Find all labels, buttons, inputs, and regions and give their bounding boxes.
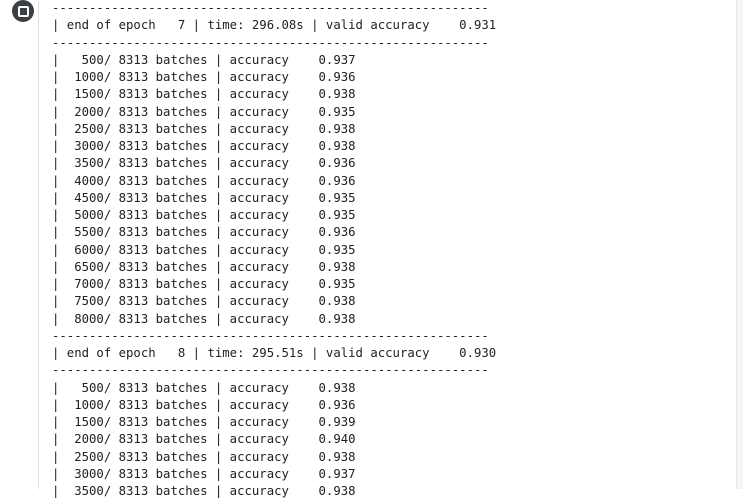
output-line: | 2000/ 8313 batches | accuracy 0.935 [52, 104, 356, 119]
cell-output: ----------------------------------------… [52, 0, 496, 500]
output-line: | 3000/ 8313 batches | accuracy 0.937 [52, 466, 356, 481]
output-line: | 2500/ 8313 batches | accuracy 0.938 [52, 449, 356, 464]
output-line: | 4500/ 8313 batches | accuracy 0.935 [52, 190, 356, 205]
output-line: | 500/ 8313 batches | accuracy 0.937 [52, 52, 356, 67]
output-line: | 2000/ 8313 batches | accuracy 0.940 [52, 432, 356, 447]
stop-icon [17, 5, 29, 17]
output-line: ----------------------------------------… [52, 35, 489, 50]
output-line: | end of epoch 7 | time: 296.08s | valid… [52, 18, 497, 33]
output-line: | 4000/ 8313 batches | accuracy 0.936 [52, 173, 356, 188]
output-line: | 7500/ 8313 batches | accuracy 0.938 [52, 294, 356, 309]
output-line: ----------------------------------------… [52, 363, 489, 378]
scrollbar-track[interactable] [736, 0, 743, 489]
output-line: | 500/ 8313 batches | accuracy 0.938 [52, 380, 356, 395]
output-line: | 7000/ 8313 batches | accuracy 0.935 [52, 277, 356, 291]
output-line: | 3000/ 8313 batches | accuracy 0.938 [52, 139, 356, 153]
output-line: | 6500/ 8313 batches | accuracy 0.938 [52, 259, 356, 274]
output-line: | 5500/ 8313 batches | accuracy 0.936 [52, 225, 356, 240]
output-line: | 1500/ 8313 batches | accuracy 0.938 [52, 87, 356, 102]
output-line: | 8000/ 8313 batches | accuracy 0.938 [52, 311, 356, 326]
output-line: | 3500/ 8313 batches | accuracy 0.938 [52, 484, 356, 498]
output-line: | 6000/ 8313 batches | accuracy 0.935 [52, 242, 356, 257]
output-line: | 2500/ 8313 batches | accuracy 0.938 [52, 121, 356, 136]
output-line: | 1000/ 8313 batches | accuracy 0.936 [52, 397, 356, 412]
output-text: ----------------------------------------… [52, 0, 496, 500]
output-line: | 1500/ 8313 batches | accuracy 0.939 [52, 415, 356, 429]
output-line: | end of epoch 8 | time: 295.51s | valid… [52, 346, 497, 360]
output-line: ----------------------------------------… [52, 1, 489, 15]
cell-gutter-divider [38, 0, 39, 489]
output-line: | 3500/ 8313 batches | accuracy 0.936 [52, 156, 356, 171]
output-line: ----------------------------------------… [52, 328, 489, 343]
stop-execution-button[interactable] [12, 0, 34, 22]
output-line: | 5000/ 8313 batches | accuracy 0.935 [52, 208, 356, 222]
output-line: | 1000/ 8313 batches | accuracy 0.936 [52, 70, 356, 84]
